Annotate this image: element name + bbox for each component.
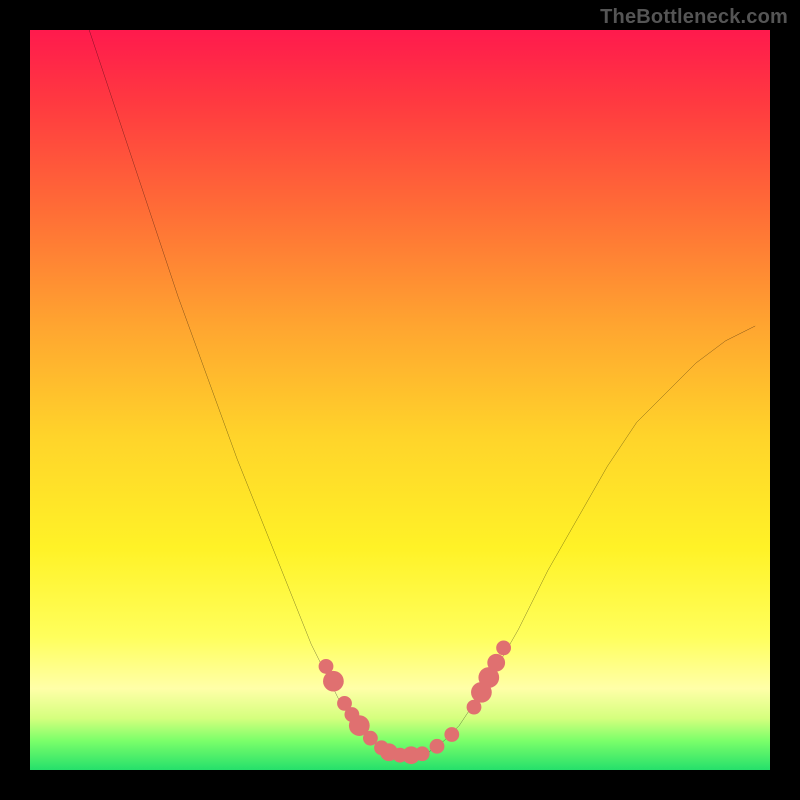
curve-marker — [415, 746, 430, 761]
chart-svg — [30, 30, 770, 770]
curve-markers — [319, 641, 511, 765]
curve-marker — [496, 641, 511, 656]
curve-marker — [430, 739, 445, 754]
curve-marker — [323, 671, 344, 692]
curve-marker — [487, 654, 505, 672]
chart-frame: TheBottleneck.com — [0, 0, 800, 800]
curve-marker — [363, 731, 378, 746]
attribution-text: TheBottleneck.com — [600, 6, 788, 29]
bottleneck-curve — [89, 30, 755, 755]
plot-area — [30, 30, 770, 770]
curve-marker — [444, 727, 459, 742]
